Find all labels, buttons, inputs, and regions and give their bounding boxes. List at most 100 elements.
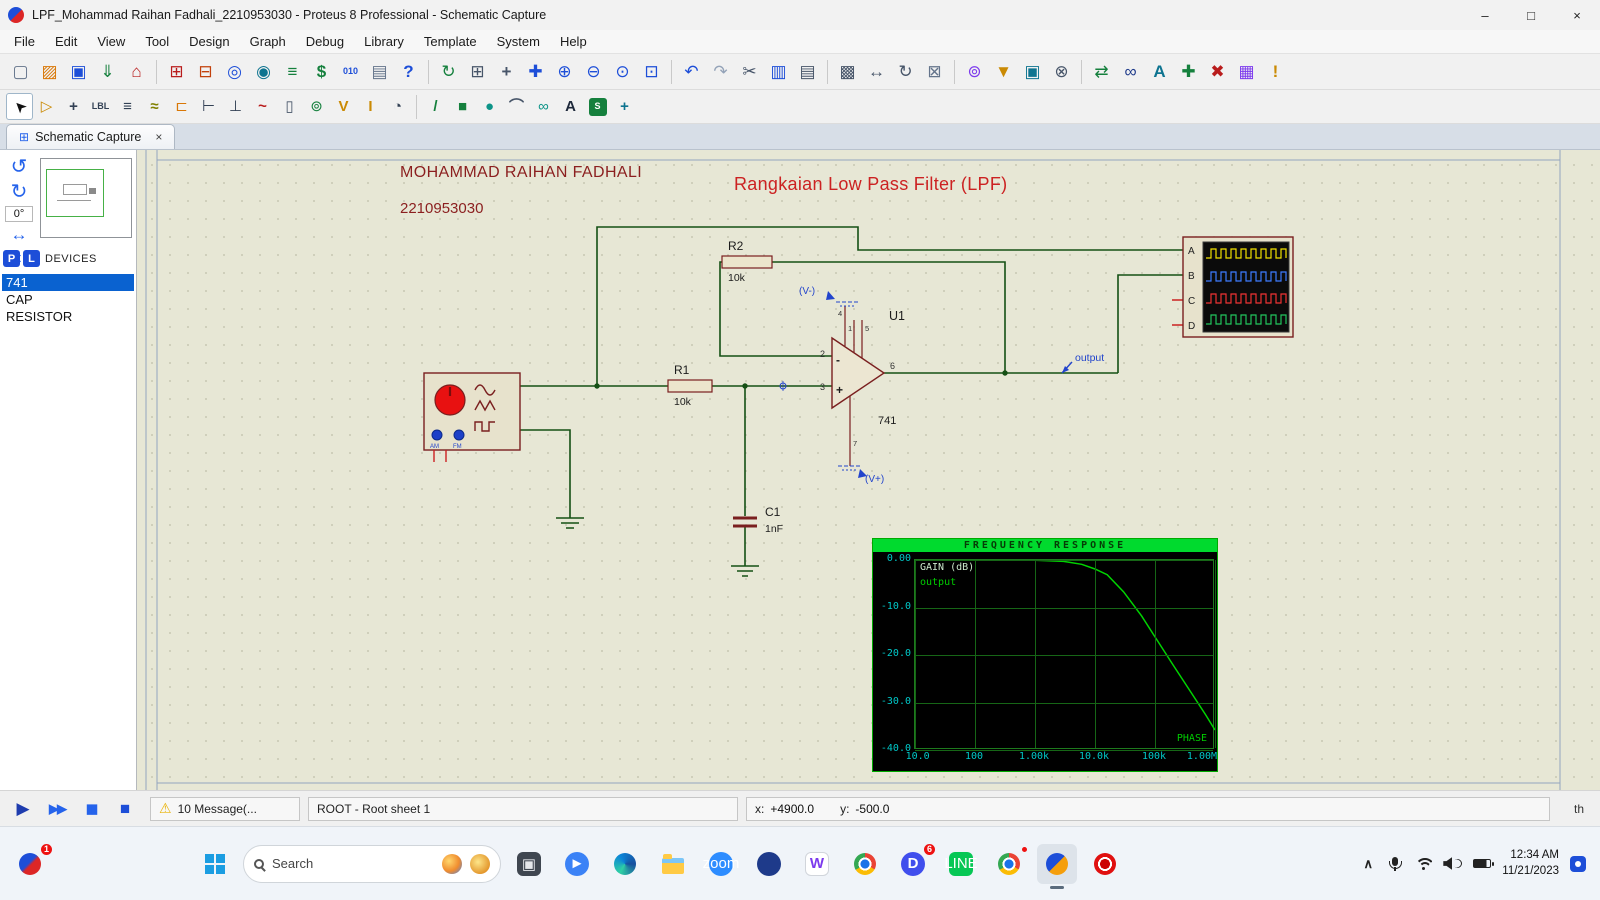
resistor-r1[interactable]: R1 10k (667, 363, 713, 408)
2d-text-button[interactable]: A (557, 93, 584, 120)
taskbar-search[interactable]: Search (243, 844, 501, 883)
2d-arc-button[interactable]: ⌒ (503, 93, 530, 120)
menu-item[interactable]: Library (354, 32, 414, 51)
oscilloscope[interactable]: A B C D (1172, 236, 1294, 338)
save-project-button[interactable]: ▣ (64, 57, 93, 86)
packaging-tool-button[interactable]: ▣ (1018, 57, 1047, 86)
library-button[interactable]: L (23, 250, 40, 267)
battery-icon[interactable] (1473, 854, 1495, 874)
make-device-button[interactable]: ▼ (989, 57, 1018, 86)
menu-item[interactable]: System (487, 32, 550, 51)
pick-device-button[interactable]: P (3, 250, 20, 267)
voltage-probe-mode-button[interactable]: V (330, 93, 357, 120)
wifi-icon[interactable] (1414, 854, 1432, 874)
goto-sheet-button[interactable]: ▦ (1232, 57, 1261, 86)
release-notes-button[interactable]: ▤ (365, 57, 394, 86)
zoom-area-button[interactable]: ⊡ (637, 57, 666, 86)
rotate-cw-button[interactable]: ↻ (11, 181, 28, 203)
taskbar-clock[interactable]: 12:34 AM 11/21/2023 (1502, 848, 1559, 879)
3d-visualizer-button[interactable]: ◎ (220, 57, 249, 86)
redraw-button[interactable]: ↻ (434, 57, 463, 86)
home-page-button[interactable]: ⌂ (122, 57, 151, 86)
menu-item[interactable]: Help (550, 32, 597, 51)
menu-item[interactable]: View (87, 32, 135, 51)
origin-button[interactable]: + (492, 57, 521, 86)
run-simulation-button[interactable]: ▶ (6, 796, 40, 822)
close-button[interactable]: × (1554, 0, 1600, 30)
schematic-canvas[interactable]: R1 10k R2 10k C1 1nF - + U1 741 2 3 6 4 … (137, 150, 1600, 790)
2d-line-button[interactable]: / (422, 93, 449, 120)
taskbar-app-camera[interactable]: ► (557, 844, 597, 884)
rotate-ccw-button[interactable]: ↺ (11, 156, 28, 178)
taskbar-app-record[interactable] (1085, 844, 1125, 884)
help-button[interactable]: ? (394, 57, 423, 86)
graph-mode-button[interactable]: ~ (249, 93, 276, 120)
taskbar-app-wondershare[interactable]: W (797, 844, 837, 884)
component-mode-button[interactable]: ▷ (33, 93, 60, 120)
open-project-button[interactable]: ▨ (35, 57, 64, 86)
property-assignment-button[interactable]: A (1145, 57, 1174, 86)
subcircuit-mode-button[interactable]: ⊏ (168, 93, 195, 120)
opamp-u1[interactable]: - + U1 741 2 3 6 4 1 5 7 (820, 306, 905, 466)
search-components-button[interactable]: ∞ (1116, 57, 1145, 86)
pan-button[interactable]: ✚ (521, 57, 550, 86)
text-script-mode-button[interactable]: ≡ (114, 93, 141, 120)
volume-icon[interactable] (1443, 854, 1462, 874)
device-pins-mode-button[interactable]: ⊥ (222, 93, 249, 120)
menu-item[interactable]: File (4, 32, 45, 51)
paste-button[interactable]: ▤ (793, 57, 822, 86)
block-move-button[interactable]: ↔ (862, 57, 891, 86)
tab-schematic-capture[interactable]: ⊞ Schematic Capture × (6, 124, 176, 149)
selection-mode-button[interactable]: ➤ (6, 93, 33, 120)
frequency-response-panel[interactable]: FREQUENCY RESPONSE GAIN (dB) output PHAS… (872, 538, 1218, 772)
voltage-probe-output[interactable]: output (1061, 352, 1104, 374)
minimize-button[interactable]: – (1462, 0, 1508, 30)
pcb-layout-button[interactable]: ⊟ (191, 57, 220, 86)
design-rule-check-button[interactable]: ! (1261, 57, 1290, 86)
tape-recorder-mode-button[interactable]: ▯ (276, 93, 303, 120)
block-delete-button[interactable]: ⊠ (920, 57, 949, 86)
resistor-r2[interactable]: R2 10k (721, 239, 773, 284)
maximize-button[interactable]: □ (1508, 0, 1554, 30)
new-project-button[interactable]: ▢ (6, 57, 35, 86)
microphone-icon[interactable] (1387, 854, 1403, 874)
undo-button[interactable]: ↶ (677, 57, 706, 86)
grid-toggle-button[interactable]: ⊞ (463, 57, 492, 86)
menu-item[interactable]: Debug (296, 32, 354, 51)
overview-minimap[interactable] (40, 158, 132, 238)
zoom-extents-button[interactable]: ⊙ (608, 57, 637, 86)
tray-chevron-icon[interactable]: ∧ (1360, 854, 1376, 874)
taskbar-app-media[interactable] (749, 844, 789, 884)
decompose-button[interactable]: ⊗ (1047, 57, 1076, 86)
block-copy-button[interactable]: ▩ (833, 57, 862, 86)
copy-button[interactable]: ▥ (764, 57, 793, 86)
bill-of-materials-button[interactable]: $ (307, 57, 336, 86)
capacitor-c1[interactable]: C1 1nF (733, 505, 783, 535)
design-explorer-button[interactable]: ≡ (278, 57, 307, 86)
generator-mode-button[interactable]: ⊚ (303, 93, 330, 120)
device-list-item[interactable]: RESISTOR (2, 308, 134, 325)
2d-box-button[interactable]: ■ (449, 93, 476, 120)
buses-mode-button[interactable]: ≈ (141, 93, 168, 120)
taskbar-app-chrome[interactable] (845, 844, 885, 884)
message-panel[interactable]: ⚠ 10 Message(... (150, 796, 300, 821)
junction-dot-mode-button[interactable]: + (60, 93, 87, 120)
menu-item[interactable]: Edit (45, 32, 87, 51)
rotation-angle-field[interactable]: 0° (5, 206, 33, 222)
2d-symbol-button[interactable]: S (584, 93, 611, 120)
stop-simulation-button[interactable]: ■ (108, 796, 142, 822)
remove-sheet-button[interactable]: ✖ (1203, 57, 1232, 86)
cut-button[interactable]: ✂ (735, 57, 764, 86)
wire-autorouter-button[interactable]: ⇄ (1087, 57, 1116, 86)
pick-parts-button[interactable]: ⊚ (960, 57, 989, 86)
2d-marker-button[interactable]: + (611, 93, 638, 120)
simulation-log-button[interactable]: 010 (336, 57, 365, 86)
mirror-horizontal-button[interactable]: ↔ (11, 225, 28, 245)
device-list-item[interactable]: CAP (2, 291, 134, 308)
2d-path-button[interactable]: ∞ (530, 93, 557, 120)
menu-item[interactable]: Template (414, 32, 487, 51)
start-button[interactable] (195, 844, 235, 884)
block-rotate-button[interactable]: ↻ (891, 57, 920, 86)
zoom-out-button[interactable]: ⊖ (579, 57, 608, 86)
taskbar-app-edge[interactable] (605, 844, 645, 884)
